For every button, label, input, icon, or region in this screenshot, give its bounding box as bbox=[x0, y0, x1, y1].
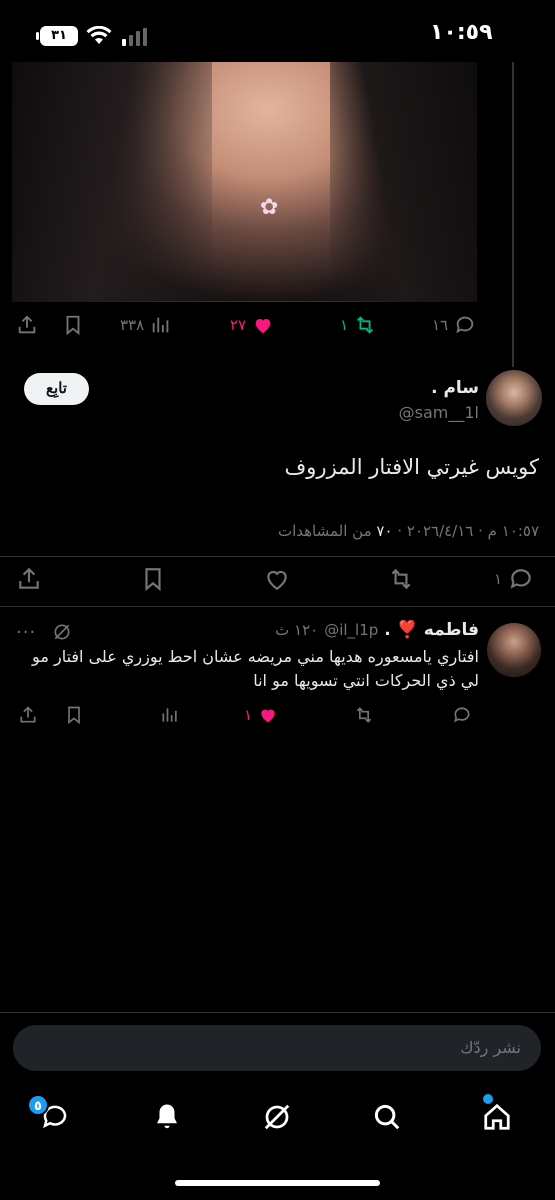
reply-header: فاطمه ❣️ . @il_l1p ١٢٠ ث bbox=[275, 620, 479, 640]
follow-button[interactable]: تابِع bbox=[24, 373, 89, 405]
bookmark-button[interactable] bbox=[64, 705, 84, 725]
heart-filled-icon bbox=[261, 709, 275, 723]
reply-icon bbox=[510, 569, 531, 589]
bookmark-button[interactable] bbox=[140, 566, 166, 592]
reply-author-name[interactable]: فاطمه ❣️ . bbox=[384, 620, 479, 640]
reply-avatar[interactable] bbox=[487, 623, 541, 677]
avatar[interactable] bbox=[486, 370, 542, 426]
retweet-button[interactable]: ١ bbox=[340, 314, 376, 336]
battery-indicator: ٣١ bbox=[36, 26, 78, 46]
retweet-count: ١ bbox=[340, 316, 349, 334]
reply-button[interactable]: ١ bbox=[494, 566, 534, 592]
bookmark-icon bbox=[66, 315, 80, 336]
clock: ١٠:٥٩ bbox=[430, 20, 493, 45]
analytics-icon bbox=[152, 317, 169, 333]
reply-button[interactable] bbox=[452, 705, 472, 725]
home-icon[interactable] bbox=[482, 1102, 512, 1132]
views-button[interactable]: ٣٣٨ bbox=[120, 314, 172, 336]
divider bbox=[0, 1012, 555, 1013]
retweet-button[interactable] bbox=[388, 566, 420, 592]
heart-filled-icon bbox=[255, 319, 271, 334]
retweet-icon bbox=[357, 316, 374, 334]
reply-time: ١٢٠ ث bbox=[275, 621, 319, 639]
reply-composer-input[interactable]: نشر ردّك bbox=[13, 1025, 541, 1071]
divider bbox=[0, 606, 555, 607]
views-button[interactable] bbox=[160, 705, 180, 725]
share-icon bbox=[18, 315, 36, 334]
flower-detail: ✿ bbox=[260, 195, 279, 220]
reply-button[interactable]: ١٦ bbox=[432, 314, 476, 336]
share-icon bbox=[19, 567, 39, 589]
grok-icon[interactable] bbox=[52, 622, 72, 642]
messages-badge: ٥ bbox=[27, 1094, 49, 1116]
like-count: ٢٧ bbox=[230, 316, 247, 334]
heart-icon bbox=[267, 570, 287, 591]
reply-text: افتاري يامسعوره هديها مني مريضه عشان احط… bbox=[32, 647, 479, 690]
views-count-main: ٧٠ bbox=[376, 522, 393, 540]
post-date: ١٠:٥٧ م · ٢٠٢٦/٤/١٦ bbox=[406, 522, 539, 540]
home-indicator bbox=[175, 1180, 380, 1186]
author-handle[interactable]: @sam__1l bbox=[399, 403, 479, 422]
divider bbox=[0, 556, 555, 557]
notifications-icon[interactable] bbox=[152, 1102, 182, 1132]
views-count: ٣٣٨ bbox=[120, 316, 145, 334]
reply-icon bbox=[454, 707, 470, 723]
like-button[interactable]: ٢٧ bbox=[230, 314, 274, 336]
search-icon[interactable] bbox=[372, 1102, 402, 1132]
bookmark-button[interactable] bbox=[62, 314, 84, 336]
retweet-button[interactable] bbox=[354, 705, 374, 725]
bookmark-icon bbox=[145, 568, 161, 592]
author-name[interactable]: سام . bbox=[431, 378, 479, 398]
like-button[interactable]: ١ bbox=[244, 705, 278, 725]
share-icon bbox=[20, 706, 36, 723]
views-label: من المشاهدات bbox=[277, 522, 372, 540]
wifi-icon bbox=[86, 26, 112, 44]
retweet-icon bbox=[356, 707, 372, 723]
analytics-icon bbox=[162, 708, 177, 722]
share-button[interactable] bbox=[18, 705, 38, 725]
post-meta: ١٠:٥٧ م · ٢٠٢٦/٤/١٦ · ٧٠ من المشاهدات bbox=[277, 522, 539, 540]
share-button[interactable] bbox=[16, 314, 38, 336]
bookmark-icon bbox=[68, 706, 80, 725]
grok-nav-icon[interactable] bbox=[262, 1102, 292, 1132]
reply-count: ١٦ bbox=[432, 316, 449, 334]
share-button[interactable] bbox=[16, 566, 42, 592]
reply-icon bbox=[456, 316, 474, 334]
like-count: ١ bbox=[244, 706, 253, 724]
status-bar: ٣١ ١٠:٥٩ bbox=[0, 0, 555, 60]
signal-icon bbox=[122, 28, 147, 46]
reply-handle[interactable]: @il_l1p bbox=[324, 621, 378, 639]
like-button[interactable] bbox=[264, 566, 296, 592]
thread-line bbox=[512, 62, 514, 367]
home-notification-dot bbox=[483, 1094, 493, 1104]
retweet-icon bbox=[391, 568, 411, 590]
image-shade-left bbox=[12, 62, 212, 302]
reply-count: ١ bbox=[494, 570, 503, 588]
image-shade-right bbox=[330, 62, 477, 302]
more-options-icon[interactable]: ··· bbox=[16, 622, 36, 643]
post-text: كويس غيرتي الافتار المزروف bbox=[284, 455, 539, 479]
